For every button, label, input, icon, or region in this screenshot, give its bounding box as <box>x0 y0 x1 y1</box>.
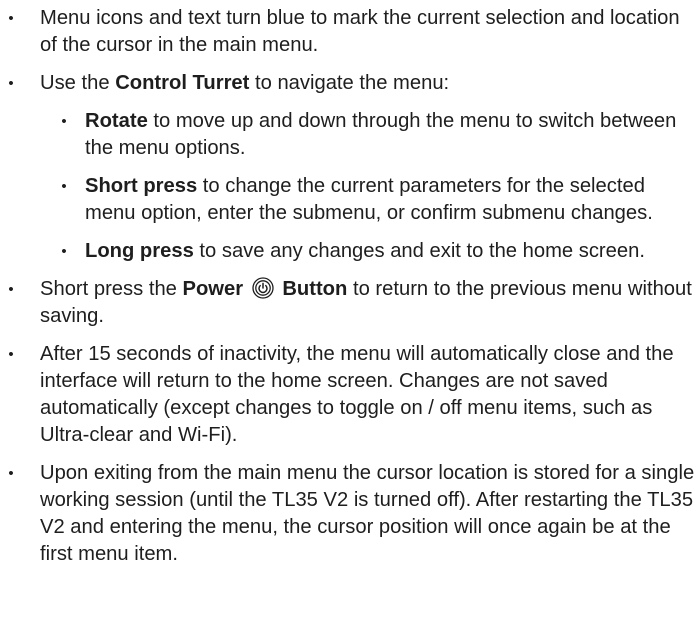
sub-item-text: to save any changes and exit to the home… <box>193 240 645 262</box>
rotate-term: Rotate <box>85 110 148 132</box>
power-button-icon <box>252 277 274 299</box>
bullet: • <box>61 178 67 195</box>
item-text-pre: Short press the <box>40 278 183 300</box>
list-item: • After 15 seconds of inactivity, the me… <box>0 341 700 449</box>
list-item: • Short press the Power Button to return… <box>0 276 700 330</box>
sub-list-item: • Short press to change the current para… <box>40 173 700 227</box>
instruction-list: • Menu icons and text turn blue to mark … <box>0 5 700 568</box>
list-item: • Upon exiting from the main menu the cu… <box>0 460 700 568</box>
item-text-pre: Use the <box>40 72 116 94</box>
item-text-post: to navigate the menu: <box>249 72 450 94</box>
item-text: After 15 seconds of inactivity, the menu… <box>40 343 674 446</box>
long-press-term: Long press <box>85 240 194 262</box>
bullet: • <box>61 243 67 260</box>
bullet: • <box>8 465 14 482</box>
item-text: Upon exiting from the main menu the curs… <box>40 462 695 565</box>
bullet: • <box>61 113 67 130</box>
sub-list-item: • Rotate to move up and down through the… <box>40 108 700 162</box>
bullet: • <box>8 346 14 363</box>
sub-item-text: to move up and down through the menu to … <box>85 110 677 159</box>
item-text: Menu icons and text turn blue to mark th… <box>40 7 680 56</box>
power-term: Power <box>182 278 244 300</box>
list-item: • Menu icons and text turn blue to mark … <box>0 5 700 59</box>
sub-list: • Rotate to move up and down through the… <box>40 108 700 265</box>
button-term: Button <box>282 278 348 300</box>
bullet: • <box>8 281 14 298</box>
bullet: • <box>8 75 14 92</box>
short-press-term: Short press <box>85 175 198 197</box>
sub-list-item: • Long press to save any changes and exi… <box>40 238 700 265</box>
list-item: • Use the Control Turret to navigate the… <box>0 70 700 265</box>
control-turret-term: Control Turret <box>115 72 250 94</box>
bullet: • <box>8 10 14 27</box>
